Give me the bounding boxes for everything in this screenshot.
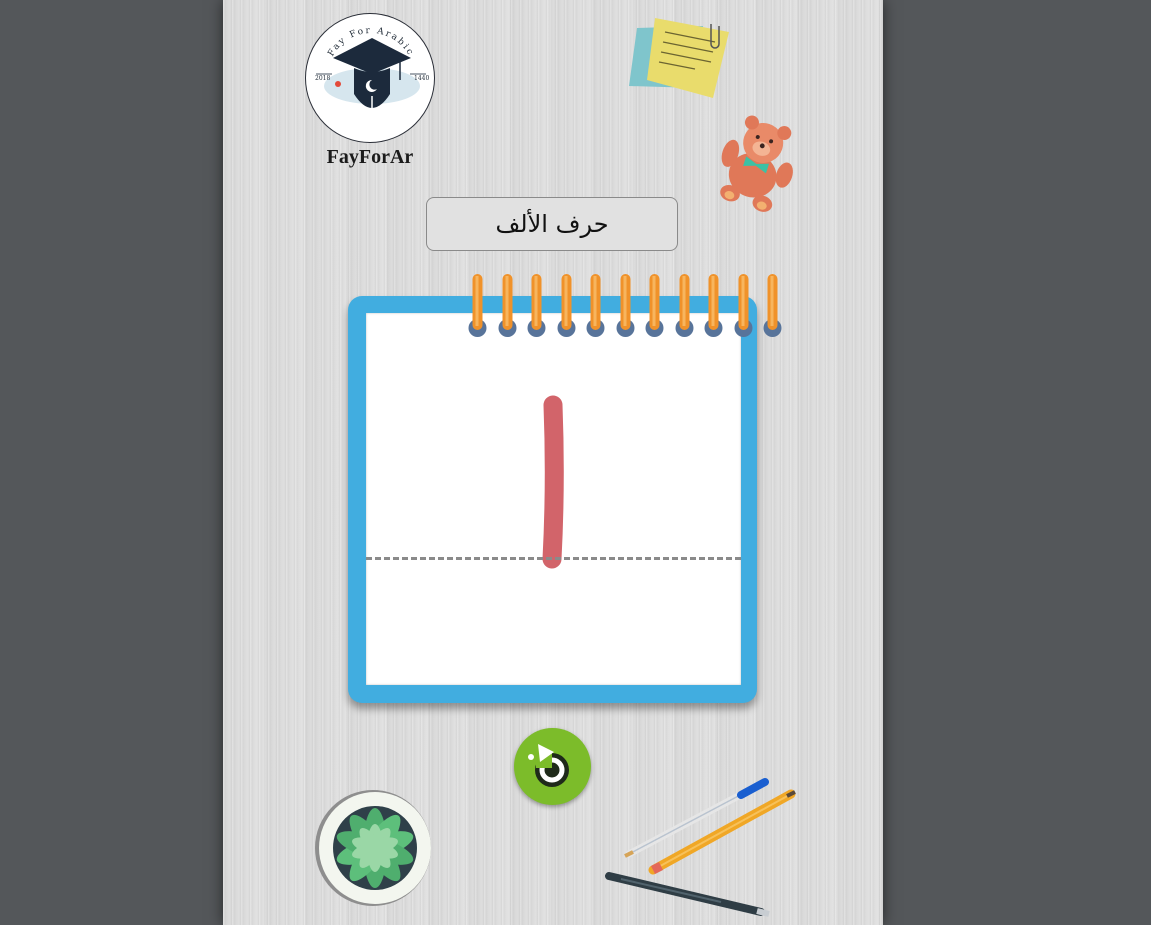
- writing-baseline: [366, 557, 741, 560]
- notepad-frame: [348, 296, 757, 703]
- letter-alif-stroke: [542, 395, 564, 569]
- lesson-page: Fay For Arabic 2018 1440 FayForAr حرف ال…: [223, 0, 883, 925]
- brand-caption: FayForAr: [326, 146, 414, 168]
- letter-title-box: حرف الألف: [426, 197, 678, 251]
- tracing-canvas[interactable]: [366, 313, 741, 685]
- letter-title: حرف الألف: [495, 210, 609, 238]
- pens-and-pencil-icon: [605, 778, 796, 917]
- graduation-cap-logo-icon: Fay For Arabic 2018 1440: [315, 26, 429, 118]
- teddy-bear-icon: [720, 115, 793, 212]
- brand-logo: Fay For Arabic 2018 1440: [305, 13, 435, 143]
- refresh-icon: [528, 744, 569, 787]
- sticky-notes-icon: [629, 18, 729, 98]
- reset-button[interactable]: [514, 728, 591, 805]
- spiral-binding: [468, 274, 782, 337]
- logo-year-right: 1440: [414, 75, 429, 82]
- succulent-plant-icon: [315, 790, 431, 906]
- logo-year-left: 2018: [315, 75, 330, 82]
